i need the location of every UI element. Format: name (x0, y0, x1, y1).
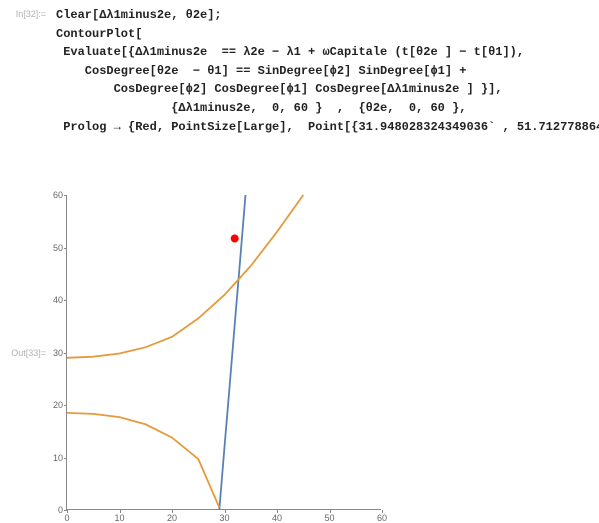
code-line: ContourPlot[ (56, 25, 599, 44)
series-contour-orange-bottom (67, 413, 219, 508)
contour-plot: 01020304050600102030405060 (66, 195, 381, 510)
output-cell-label: Out[33]= (6, 348, 46, 358)
x-tick-label: 60 (377, 513, 387, 523)
y-tick-label: 30 (47, 348, 63, 358)
y-tick-label: 10 (47, 453, 63, 463)
y-tick-label: 20 (47, 400, 63, 410)
y-tick-label: 50 (47, 243, 63, 253)
prolog-point (231, 235, 239, 243)
series-contour-orange-top (67, 195, 303, 358)
series-contour-blue (219, 195, 245, 510)
code-line: Clear[Δλ1minus2e, θ2e]; (56, 6, 599, 25)
code-line: Prolog → {Red, PointSize[Large], Point[{… (56, 118, 599, 137)
code-line: Evaluate[{Δλ1minus2e == λ2e − λ1 + ωCapi… (56, 43, 599, 62)
x-tick-label: 40 (272, 513, 282, 523)
x-tick-label: 20 (167, 513, 177, 523)
input-code-block: Clear[Δλ1minus2e, θ2e]; ContourPlot[ Eva… (56, 6, 599, 136)
code-line: CosDegree[θ2e − θ1] == SinDegree[ϕ2] Sin… (56, 62, 599, 81)
code-line: CosDegree[ϕ2] CosDegree[ϕ1] CosDegree[Δλ… (56, 80, 599, 99)
x-tick-label: 30 (219, 513, 229, 523)
y-tick-label: 40 (47, 295, 63, 305)
x-tick-label: 50 (324, 513, 334, 523)
plot-svg (67, 195, 382, 510)
y-tick-label: 60 (47, 190, 63, 200)
input-cell-label: In[32]:= (6, 9, 46, 19)
x-tick-label: 0 (64, 513, 69, 523)
x-tick-label: 10 (114, 513, 124, 523)
code-line: {Δλ1minus2e, 0, 60 } , {θ2e, 0, 60 }, (56, 99, 599, 118)
